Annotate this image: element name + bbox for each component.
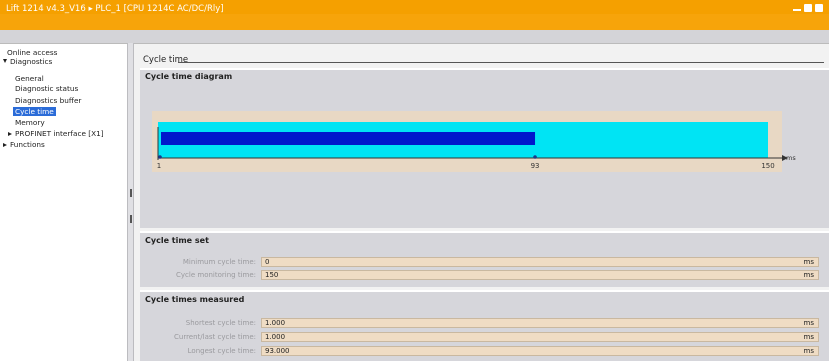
cycle-time-set-title: Cycle time set — [145, 236, 209, 245]
axis-unit-label: ms — [786, 154, 796, 162]
min-cycle-time-unit: ms — [803, 258, 814, 266]
cycle-monitoring-time-value: 150 — [265, 271, 279, 279]
axis-min-label: 1 — [157, 162, 161, 170]
axis-current-label: 93 — [531, 162, 540, 170]
current-cycle-bar — [161, 132, 536, 145]
cycle-monitoring-time-label: Cycle monitoring time: — [176, 271, 256, 279]
longest-cycle-time-field: 93.000 ms — [261, 346, 819, 356]
shortest-cycle-time-value: 1.000 — [265, 319, 286, 327]
current-cycle-time-value: 1.000 — [265, 333, 286, 341]
current-marker — [533, 155, 537, 159]
cycle-monitoring-time-unit: ms — [803, 271, 814, 279]
min-cycle-time-value: 0 — [265, 258, 270, 266]
shortest-cycle-time-unit: ms — [803, 319, 814, 327]
cycle-times-measured-title: Cycle times measured — [145, 295, 245, 304]
current-cycle-time-label: Current/last cycle time: — [174, 333, 256, 341]
current-cycle-time-unit: ms — [803, 333, 814, 341]
axis-max-label: 150 — [761, 162, 774, 170]
longest-cycle-time-value: 93.000 — [265, 347, 290, 355]
current-cycle-time-field: 1.000 ms — [261, 332, 819, 342]
min-cycle-time-field: 0 ms — [261, 257, 819, 267]
min-marker — [158, 155, 162, 159]
longest-cycle-time-label: Longest cycle time: — [187, 347, 256, 355]
shortest-cycle-time-label: Shortest cycle time: — [185, 319, 256, 327]
cycle-monitoring-time-field: 150 ms — [261, 270, 819, 280]
min-cycle-time-label: Minimum cycle time: — [182, 258, 256, 266]
longest-cycle-time-unit: ms — [803, 347, 814, 355]
shortest-cycle-time-field: 1.000 ms — [261, 318, 819, 328]
